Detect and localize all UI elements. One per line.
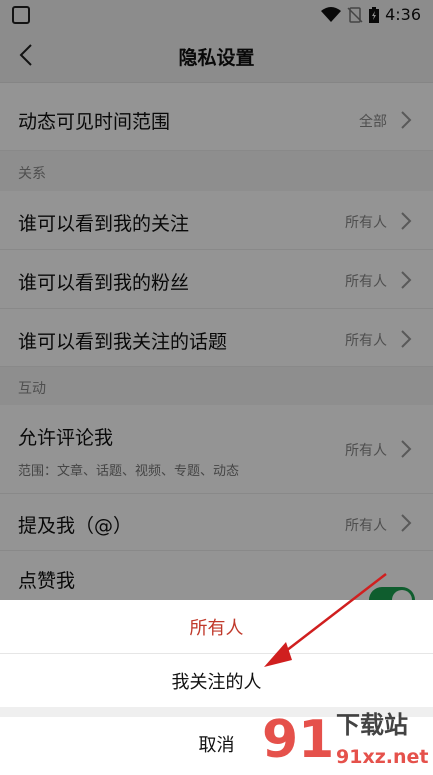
modal-backdrop[interactable] [0,0,433,600]
svg-text:91xz.net: 91xz.net [336,746,428,768]
svg-text:91: 91 [262,710,334,770]
option-people-i-follow[interactable]: 我关注的人 [0,654,433,707]
svg-text:下载站: 下载站 [336,711,408,739]
privacy-settings-page: 4:36 隐私设置 动态可见时间范围 全部 关系 谁可以看到我的关注 所有人 谁… [0,0,433,771]
option-everyone[interactable]: 所有人 [0,600,433,653]
watermark-graphic: 91 下载站 91xz.net [262,710,428,770]
watermark-logo: 91 下载站 91xz.net [258,701,433,771]
